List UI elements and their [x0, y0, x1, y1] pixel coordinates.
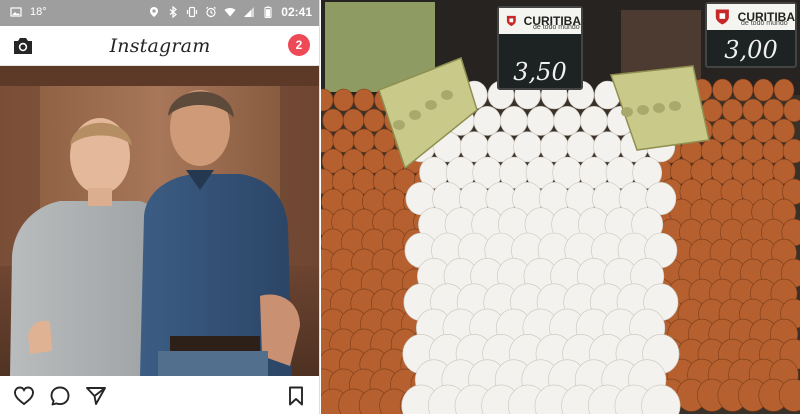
image-icon — [10, 7, 22, 17]
post-action-bar — [0, 376, 319, 414]
comment-icon[interactable] — [48, 384, 72, 408]
send-icon[interactable] — [84, 384, 108, 408]
instagram-header: Instagram 2 — [0, 26, 319, 66]
clock-time: 02:41 — [281, 5, 312, 19]
alarm-icon — [206, 6, 217, 18]
battery-icon — [264, 6, 272, 18]
egg-market-photo: CURITIBA de todo mundo 3,50 CURITIBA de … — [321, 0, 800, 414]
city-crest-icon — [506, 15, 516, 27]
instagram-screenshot: 18° 02:41 Instagram 2 — [0, 0, 320, 414]
price-sign-left: CURITIBA de todo mundo 3,50 — [497, 6, 583, 90]
location-icon — [150, 7, 159, 17]
sign-price: 3,50 — [513, 58, 567, 86]
sign-price: 3,00 — [724, 36, 778, 64]
composite-image: 18° 02:41 Instagram 2 CURITIBA de todo m… — [0, 0, 800, 414]
notification-badge[interactable]: 2 — [288, 34, 310, 56]
heart-icon[interactable] — [12, 384, 36, 408]
post-photo — [0, 66, 319, 376]
city-crest-icon — [715, 9, 729, 25]
signal-icon — [244, 7, 255, 17]
app-logo: Instagram — [109, 35, 211, 57]
temperature-text: 18° — [30, 6, 47, 18]
price-sign-right: CURITIBA de todo mundo 3,00 — [705, 2, 797, 68]
vibrate-icon — [187, 6, 198, 18]
bookmark-icon[interactable] — [284, 384, 308, 408]
status-bar: 18° 02:41 — [0, 0, 319, 26]
wifi-icon — [224, 7, 236, 17]
bluetooth-icon — [169, 6, 178, 18]
